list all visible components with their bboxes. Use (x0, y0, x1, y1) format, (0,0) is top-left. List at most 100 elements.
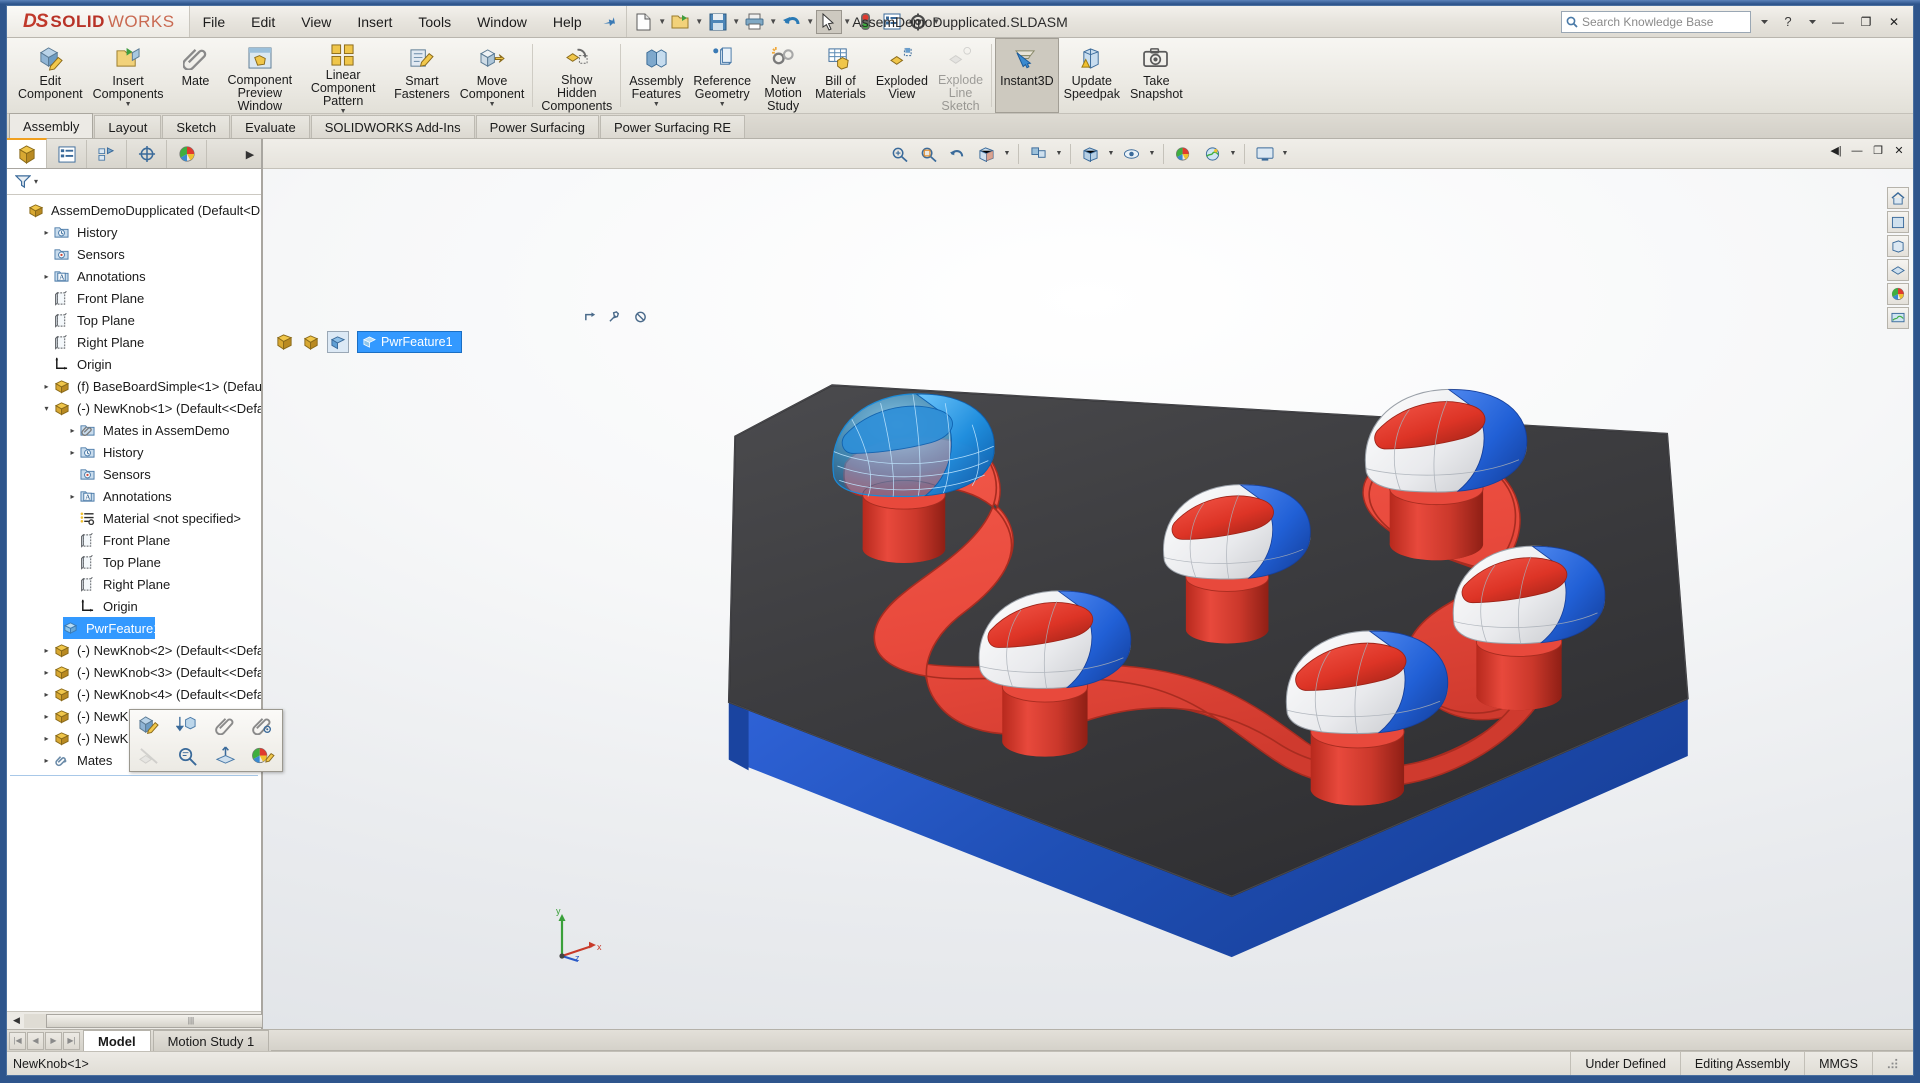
edit-appearance-icon[interactable] (1170, 142, 1197, 166)
tree-expand-arrow[interactable]: ▸ (39, 382, 54, 391)
options-gear-button[interactable] (905, 10, 931, 34)
breadcrumb-filter-icon[interactable] (629, 307, 651, 327)
zoom-fit-icon[interactable] (886, 142, 913, 166)
view-right-icon[interactable] (1887, 235, 1909, 257)
view-home-icon[interactable] (1887, 187, 1909, 209)
edit-part-icon[interactable] (133, 711, 165, 739)
apply-scene-icon[interactable] (1199, 142, 1226, 166)
tree-expand-arrow[interactable]: ▾ (39, 404, 54, 413)
tab-solidworks-add-ins[interactable]: SOLIDWORKS Add-Ins (310, 115, 475, 138)
tree-expand-arrow[interactable]: ▸ (39, 228, 54, 237)
view-settings-dropdown-icon[interactable]: ▼ (1280, 142, 1290, 166)
view-appearance-icon[interactable] (1887, 283, 1909, 305)
new-document-dropdown-icon[interactable]: ▼ (657, 10, 668, 34)
tree-expand-arrow[interactable]: ▸ (65, 448, 80, 457)
select-tool-button[interactable] (815, 9, 842, 34)
breadcrumb-rollback-icon[interactable] (579, 307, 601, 327)
rebuild-button[interactable] (853, 10, 879, 34)
edit-component-button[interactable]: Edit Component (13, 38, 88, 113)
tree-expand-arrow[interactable]: ▸ (65, 492, 80, 501)
first-tab-button[interactable]: |◀ (9, 1031, 26, 1050)
tree-item[interactable]: ▸ (-) NewKnob<4> (Default<<Default> (7, 683, 261, 705)
tree-expand-arrow[interactable]: ▸ (39, 712, 54, 721)
view-front-icon[interactable] (1887, 211, 1909, 233)
feature-manager-tree-tab[interactable] (7, 138, 47, 168)
tree-item[interactable]: Front Plane (7, 287, 261, 309)
apply-scene-dropdown-icon[interactable]: ▼ (1228, 142, 1238, 166)
tree-item-selected[interactable]: PwrFeature1 (63, 617, 160, 639)
close-window-button[interactable]: ✕ (1881, 11, 1907, 33)
property-manager-tab[interactable] (47, 140, 87, 168)
minimize-document-button[interactable]: — (1847, 141, 1867, 160)
linear-pattern-dropdown-icon[interactable]: ▼ (340, 108, 347, 115)
pin-icon[interactable] (598, 11, 619, 32)
tab-power-surfacing[interactable]: Power Surfacing (475, 115, 599, 138)
tree-item[interactable]: ▸ (-) NewKnob<2> (Default<<Default> (7, 639, 261, 661)
restore-window-button[interactable]: ❐ (1853, 11, 1879, 33)
tree-item[interactable]: ▸ (f) BaseBoardSimple<1> (Default<<D (7, 375, 261, 397)
tree-item[interactable]: ▸ (-) NewKnob<3> (Default<<Default> (7, 661, 261, 683)
tree-item[interactable]: ▸ History (7, 441, 261, 463)
scroll-left-arrow[interactable]: ◀ (9, 1015, 24, 1026)
undo-dropdown-icon[interactable]: ▼ (805, 10, 816, 34)
appearances-icon[interactable] (247, 742, 279, 770)
hide-show-items-icon[interactable] (1118, 142, 1145, 166)
reference-geometry-dropdown-icon[interactable]: ▼ (719, 101, 726, 108)
tree-item[interactable]: Right Plane (7, 331, 261, 353)
menu-help[interactable]: Help (540, 6, 595, 37)
zoom-to-selection-icon[interactable] (171, 742, 203, 770)
tab-motion-study-1[interactable]: Motion Study 1 (152, 1030, 270, 1051)
tree-expand-arrow[interactable]: ▸ (65, 426, 80, 435)
move-component-button[interactable]: Move Component ▼ (455, 38, 530, 113)
tree-expand-arrow[interactable]: ▸ (39, 646, 54, 655)
zoom-area-icon[interactable] (915, 142, 942, 166)
assembly-features-dropdown-icon[interactable]: ▼ (653, 101, 660, 108)
tree-item[interactable]: Top Plane (7, 309, 261, 331)
hide-component-icon[interactable] (133, 742, 165, 770)
tab-evaluate[interactable]: Evaluate (231, 115, 310, 138)
tree-item[interactable]: Front Plane (7, 529, 261, 551)
tree-item[interactable]: ▸ History (7, 221, 261, 243)
view-settings-icon[interactable] (1251, 142, 1278, 166)
insert-into-new-part-icon[interactable] (171, 711, 203, 739)
tree-item[interactable]: AssemDemoDupplicated (Default<Di (7, 199, 261, 221)
tree-item[interactable]: Sensors (7, 243, 261, 265)
save-document-button[interactable] (705, 10, 731, 34)
open-document-button[interactable] (668, 10, 694, 34)
filter-dropdown-icon[interactable]: ▾ (34, 177, 38, 186)
scroll-track[interactable]: ||| (24, 1013, 336, 1028)
update-speedpak-button[interactable]: Update Speedpak (1059, 38, 1125, 113)
help-dropdown-icon[interactable] (1801, 11, 1823, 33)
new-motion-study-button[interactable]: New Motion Study (756, 38, 810, 113)
tree-item[interactable]: Right Plane (7, 573, 261, 595)
view-top-icon[interactable] (1887, 259, 1909, 281)
menu-file[interactable]: File (190, 6, 239, 37)
feature-tree-horizontal-scrollbar[interactable]: ◀ ||| ▶ (7, 1011, 336, 1029)
tree-item[interactable]: Material <not specified> (7, 507, 261, 529)
configuration-manager-tab[interactable] (87, 140, 127, 168)
breadcrumb-feature-icon[interactable] (327, 331, 349, 353)
display-manager-tab[interactable] (167, 140, 207, 168)
help-question-icon[interactable]: ? (1777, 11, 1799, 33)
tree-item[interactable]: Origin (7, 595, 261, 617)
breadcrumb-assembly-icon[interactable] (273, 331, 295, 353)
tree-expand-arrow[interactable]: ▸ (39, 272, 54, 281)
search-input[interactable]: Search Knowledge Base (1561, 10, 1751, 33)
open-document-dropdown-icon[interactable]: ▼ (694, 10, 705, 34)
last-tab-button[interactable]: ▶| (63, 1031, 80, 1050)
reference-geometry-button[interactable]: Reference Geometry ▼ (688, 38, 756, 113)
menu-view[interactable]: View (288, 6, 344, 37)
exploded-view-button[interactable]: Exploded View (871, 38, 933, 113)
save-document-dropdown-icon[interactable]: ▼ (731, 10, 742, 34)
feature-tree[interactable]: AssemDemoDupplicated (Default<Di ▸ History… (7, 195, 261, 1011)
move-component-dropdown-icon[interactable]: ▼ (489, 101, 496, 108)
tree-item[interactable]: ▸ Mates in AssemDemo (7, 419, 261, 441)
feature-manager-expand-arrow[interactable]: ▶ (239, 140, 261, 168)
isolate-icon[interactable] (209, 742, 241, 770)
tree-item[interactable]: ▸ A Annotations (7, 265, 261, 287)
close-document-button[interactable]: ✕ (1889, 141, 1909, 160)
tab-assembly[interactable]: Assembly (9, 113, 94, 138)
component-preview-window-button[interactable]: Component Preview Window (223, 38, 298, 113)
print-document-button[interactable] (742, 10, 768, 34)
menu-window[interactable]: Window (464, 6, 540, 37)
